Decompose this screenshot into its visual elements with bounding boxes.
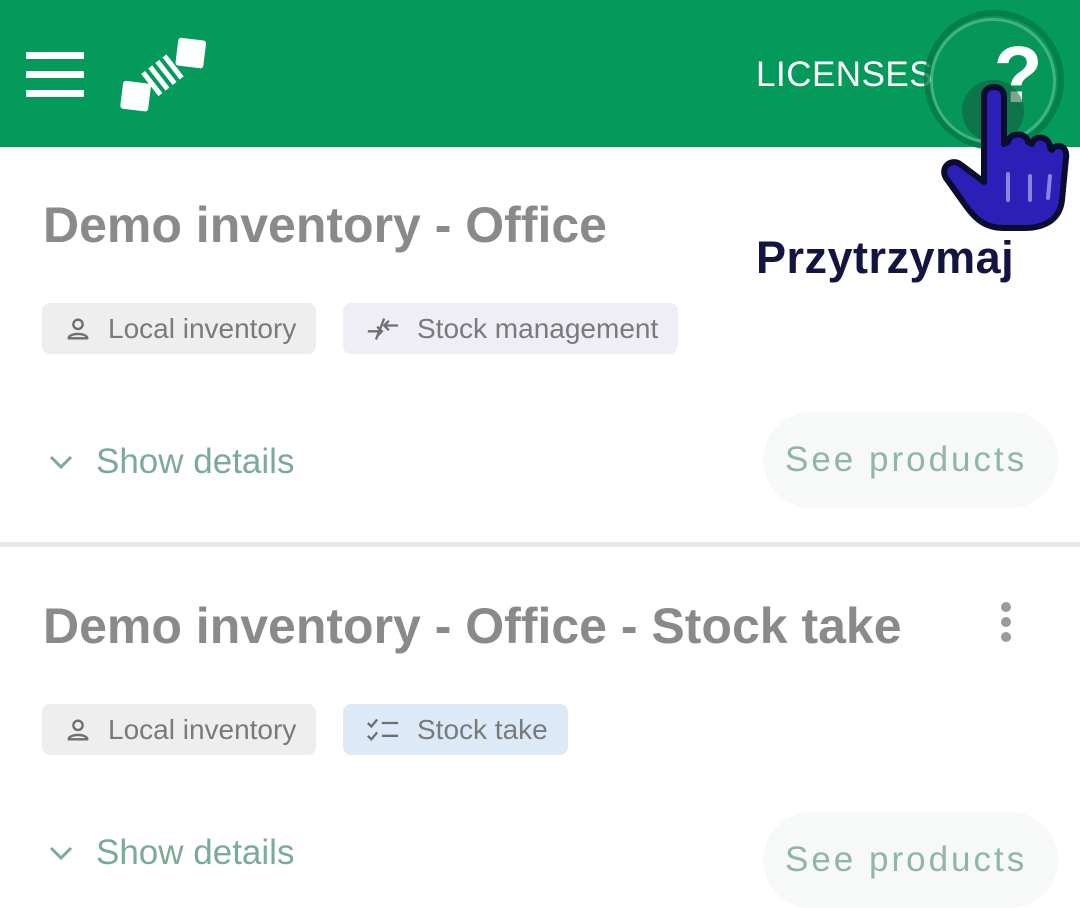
card-divider — [0, 542, 1080, 547]
chip-label: Local inventory — [108, 713, 297, 745]
show-details-label: Show details — [96, 442, 295, 481]
show-details-button[interactable]: Show details — [46, 828, 294, 878]
chip-stock-take[interactable]: Stock take — [343, 704, 568, 755]
chip-local-inventory[interactable]: Local inventory — [42, 303, 317, 354]
checklist-icon — [367, 718, 399, 741]
see-products-button[interactable]: See products — [763, 412, 1058, 508]
show-details-label: Show details — [96, 833, 295, 872]
gesture-hint-text: Przytrzymaj — [756, 232, 1015, 283]
chip-label: Local inventory — [108, 312, 297, 344]
see-products-button[interactable]: See products — [763, 812, 1058, 908]
chip-label: Stock management — [417, 312, 659, 344]
chevron-down-icon — [49, 846, 73, 861]
person-icon — [67, 719, 89, 740]
card-title: Demo inventory - Office — [43, 197, 607, 253]
barcode-tag-logo — [120, 37, 207, 112]
menu-button[interactable] — [20, 45, 90, 105]
chevron-down-icon — [49, 455, 73, 470]
pointing-hand-icon — [941, 84, 1070, 231]
arrows-exchange-icon — [367, 317, 399, 340]
app-bar: LICENSES — [0, 0, 1080, 147]
chip-local-inventory[interactable]: Local inventory — [42, 704, 317, 755]
person-icon — [67, 318, 89, 339]
card-title: Demo inventory - Office - Stock take — [43, 598, 902, 654]
licenses-button[interactable]: LICENSES — [756, 52, 933, 98]
chip-stock-management[interactable]: Stock management — [343, 303, 679, 354]
see-products-label: See products — [785, 440, 1028, 479]
more-vertical-icon[interactable] — [990, 600, 1024, 644]
see-products-label: See products — [785, 840, 1028, 879]
chip-label: Stock take — [417, 713, 548, 745]
hamburger-menu-icon — [26, 52, 84, 59]
show-details-button[interactable]: Show details — [46, 437, 294, 487]
